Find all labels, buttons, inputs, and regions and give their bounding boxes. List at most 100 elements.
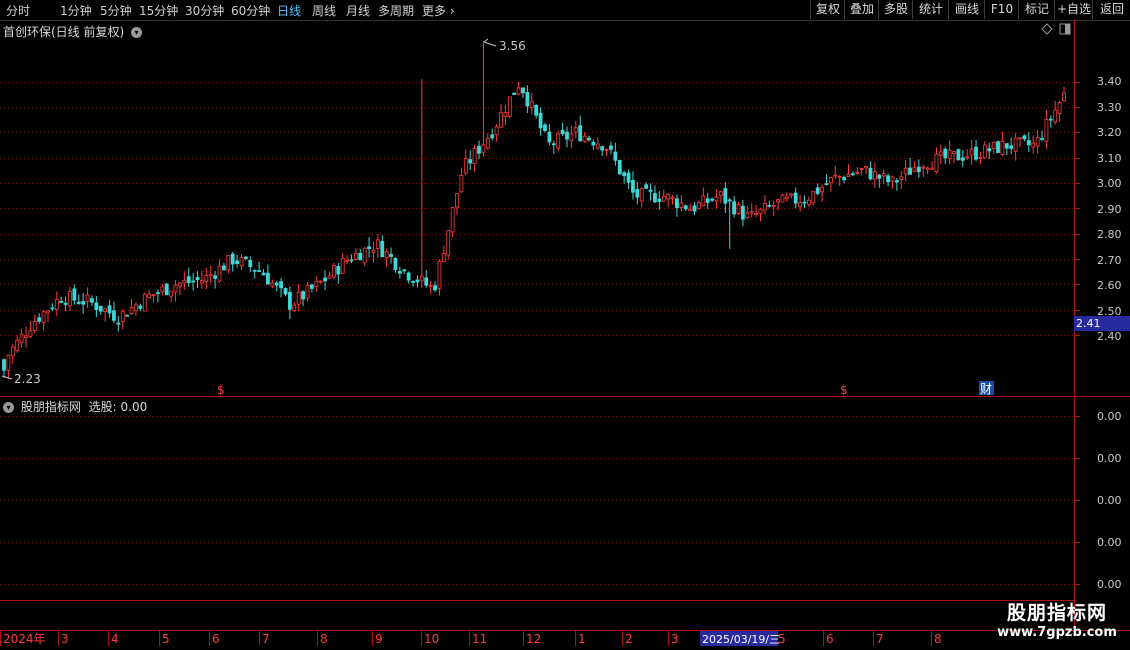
candle-body	[186, 276, 191, 283]
candle-body	[314, 280, 319, 288]
candle-body	[151, 294, 156, 296]
candle-body	[81, 301, 86, 305]
candle-body	[670, 196, 675, 199]
time-label: 2	[625, 632, 633, 646]
dividend-marker[interactable]: $	[840, 383, 848, 397]
candle-body	[881, 173, 886, 177]
candle-body	[375, 239, 380, 249]
candle-body	[925, 167, 930, 170]
candle-body	[512, 92, 517, 95]
candle-body	[644, 184, 649, 189]
candle-body	[1044, 118, 1049, 142]
candle-body	[195, 277, 200, 281]
candle-body	[837, 175, 842, 178]
candle-body	[833, 174, 838, 177]
candle-body	[631, 180, 635, 193]
candle-body	[767, 204, 772, 207]
candle-body	[98, 305, 103, 312]
candle-body	[257, 270, 262, 272]
price-tick: 3.10	[1097, 152, 1122, 165]
candle-body	[323, 277, 327, 282]
candle-body	[543, 124, 547, 131]
candle-body	[1018, 137, 1022, 140]
time-label: 6	[212, 632, 220, 646]
candle-body	[204, 275, 209, 282]
indicator-title[interactable]: ▾ 股朋指标网 选股: 0.00	[3, 398, 147, 415]
candle-body	[754, 213, 759, 215]
candle-body	[622, 172, 627, 177]
candle-body	[916, 166, 921, 173]
candle-body	[573, 127, 578, 133]
candle-body	[626, 172, 631, 183]
candle-body	[710, 198, 715, 201]
candle-body	[173, 284, 178, 293]
candle-body	[538, 112, 543, 129]
candle-body	[15, 339, 20, 351]
candle-body	[494, 126, 499, 135]
candle-body	[389, 253, 393, 257]
candle-body	[28, 330, 33, 337]
candle-body	[485, 138, 490, 149]
candle-body	[521, 87, 525, 94]
candle-body	[235, 260, 240, 264]
candles	[2, 41, 1066, 380]
candle-body	[934, 153, 939, 173]
pane-toggle-icon[interactable]	[1059, 23, 1071, 35]
candle-body	[908, 167, 912, 175]
candle-body	[63, 302, 68, 305]
candle-body	[982, 144, 987, 159]
finance-marker[interactable]: 财	[980, 382, 992, 396]
candle-body	[969, 148, 974, 156]
candle-body	[244, 256, 248, 259]
candle-body	[560, 129, 565, 135]
candle-body	[551, 143, 556, 146]
kline-chart[interactable]: 3.40 3.30 3.20 3.10 3.00 2.90 2.80 2.70 …	[0, 0, 1130, 650]
time-label: 5	[778, 632, 786, 646]
crosshair-date: 2025/03/19/三	[702, 633, 780, 646]
price-tick: 2.60	[1097, 279, 1122, 292]
candle-body	[402, 269, 407, 272]
candle-body	[156, 292, 160, 294]
time-label: 1	[578, 632, 586, 646]
time-label: 7	[262, 632, 270, 646]
candle-body	[714, 196, 719, 202]
candle-body	[930, 167, 934, 170]
candle-body	[890, 176, 895, 182]
price-tick: 3.40	[1097, 75, 1122, 88]
candle-body	[24, 335, 28, 338]
candle-body	[283, 288, 288, 295]
candle-body	[6, 354, 11, 371]
high-marker: 3.56	[483, 38, 526, 53]
candle-body	[397, 271, 402, 274]
price-tick: 2.70	[1097, 254, 1122, 267]
candle-body	[956, 149, 961, 161]
candle-body	[164, 283, 169, 296]
candle-body	[811, 190, 816, 204]
candle-body	[991, 141, 996, 150]
dividend-marker[interactable]: $	[217, 383, 225, 397]
candle-body	[1031, 142, 1036, 148]
chevron-down-icon[interactable]: ▾	[3, 402, 14, 413]
candle-body	[287, 292, 292, 310]
candle-body	[943, 148, 948, 159]
time-label: 7	[876, 632, 884, 646]
candle-body	[736, 204, 741, 214]
candle-body	[947, 149, 952, 159]
candle-body	[32, 321, 37, 331]
candle-body	[50, 307, 55, 310]
candle-body	[129, 306, 134, 314]
candle-body	[859, 168, 864, 171]
price-tick: 3.30	[1097, 101, 1122, 114]
candle-body	[424, 277, 429, 286]
candle-body	[230, 253, 235, 265]
candle-body	[68, 291, 72, 307]
candle-body	[806, 199, 811, 205]
candle-body	[446, 230, 451, 256]
candle-body	[112, 310, 116, 321]
candle-body	[503, 112, 508, 117]
candle-body	[367, 246, 371, 250]
candle-body	[793, 192, 798, 204]
diamond-icon[interactable]	[1041, 23, 1053, 35]
time-label: 10	[424, 632, 439, 646]
candle-body	[380, 240, 385, 258]
